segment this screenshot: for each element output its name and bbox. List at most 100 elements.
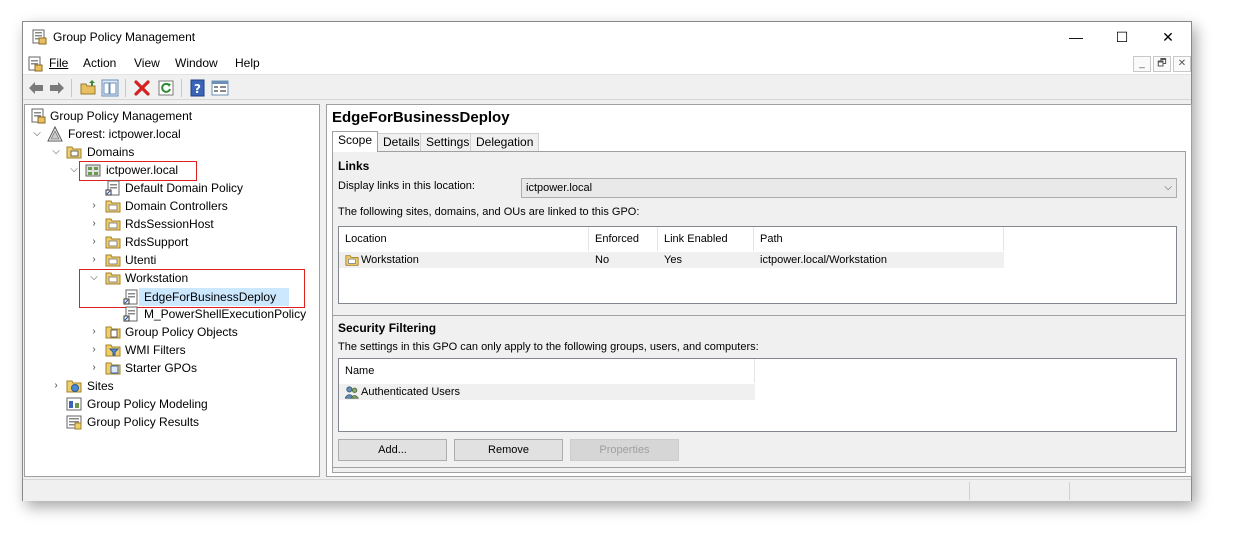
location-dropdown[interactable]: ictpower.local ⌵ — [521, 178, 1177, 198]
tree-label: Domains — [87, 145, 135, 159]
location-dropdown-value: ictpower.local — [526, 182, 593, 194]
menu-window[interactable]: Window — [175, 56, 218, 70]
tab-scope[interactable]: Scope — [332, 131, 379, 152]
show-hide-tree-icon[interactable] — [101, 79, 119, 97]
chevron-down-icon[interactable]: ⌵ — [69, 161, 79, 179]
tree-label: Group Policy Objects — [125, 325, 238, 339]
toolbar-separator — [71, 79, 72, 97]
links-list[interactable]: Location Enforced Link Enabled Path Work… — [338, 226, 1177, 304]
tree-label: Group Policy Management — [50, 109, 193, 123]
modeling-icon — [66, 397, 82, 411]
display-links-label: Display links in this location: — [338, 180, 475, 192]
security-filter-list[interactable]: Name Authenticated Users — [338, 358, 1177, 432]
menu-bar: File Action View Window Help _ 🗗 ✕ — [23, 53, 1191, 75]
details-pane: EdgeForBusinessDeploy Scope Details Sett… — [326, 104, 1192, 477]
scope-tab-content: Links Display links in this location: ic… — [332, 151, 1186, 473]
tab-details[interactable]: Details — [377, 133, 426, 151]
tree-label: Group Policy Results — [87, 415, 200, 429]
chevron-right-icon[interactable]: › — [89, 251, 99, 269]
forward-icon[interactable] — [48, 79, 66, 97]
chevron-down-icon: ⌵ — [1164, 182, 1172, 193]
back-icon[interactable] — [27, 79, 45, 97]
chevron-right-icon[interactable]: › — [89, 197, 99, 215]
tab-delegation[interactable]: Delegation — [470, 133, 540, 151]
tree-item-sites[interactable]: › Sites — [27, 377, 317, 395]
chevron-right-icon[interactable]: › — [89, 323, 99, 341]
up-folder-icon[interactable] — [79, 79, 97, 97]
cell-path: ictpower.local/Workstation — [760, 254, 887, 266]
column-header-location[interactable]: Location — [339, 227, 589, 251]
mdi-close-button[interactable]: ✕ — [1173, 56, 1191, 72]
tree-item-gpm-root[interactable]: Group Policy Management — [27, 107, 317, 125]
tree-item-wmi-filters[interactable]: › WMI Filters — [27, 341, 317, 359]
column-header-name[interactable]: Name — [339, 359, 755, 383]
gpm-window: Group Policy Management — ☐ ✕ File Actio… — [22, 21, 1192, 501]
cell-location: Workstation — [361, 254, 419, 266]
tree-item-rds-support[interactable]: › RdsSupport — [27, 233, 317, 251]
toolbar-separator — [181, 79, 182, 97]
starter-gpo-folder-icon — [105, 362, 121, 375]
ou-folder-icon — [105, 218, 121, 231]
chevron-down-icon[interactable]: ⌵ — [51, 143, 61, 161]
chevron-down-icon[interactable]: ⌵ — [32, 125, 42, 143]
cell-enforced: No — [595, 254, 610, 266]
properties-icon[interactable] — [211, 79, 229, 97]
chevron-right-icon[interactable]: › — [89, 341, 99, 359]
tree-label: Forest: ictpower.local — [68, 127, 181, 141]
column-header-path[interactable]: Path — [754, 227, 1004, 251]
cell-link-enabled: Yes — [664, 254, 682, 266]
remove-button[interactable]: Remove — [454, 439, 563, 461]
tree-label: WMI Filters — [125, 343, 186, 357]
tree-label: RdsSupport — [125, 235, 189, 249]
close-button[interactable]: ✕ — [1145, 22, 1191, 53]
tree-label: Sites — [87, 379, 114, 393]
tree-label: Default Domain Policy — [125, 181, 244, 195]
gpo-link-icon — [123, 306, 138, 322]
menu-help[interactable]: Help — [235, 56, 260, 70]
status-bar — [23, 479, 1191, 501]
menu-view[interactable]: View — [134, 56, 160, 70]
chevron-right-icon[interactable]: › — [89, 359, 99, 377]
chevron-right-icon[interactable]: › — [89, 233, 99, 251]
security-filtering-heading: Security Filtering — [338, 321, 437, 335]
svg-text:?: ? — [194, 82, 201, 96]
tree-item-forest[interactable]: ⌵ Forest: ictpower.local — [27, 125, 317, 143]
tree-label: Domain Controllers — [125, 199, 228, 213]
delete-icon[interactable] — [133, 79, 151, 97]
refresh-icon[interactable] — [157, 79, 175, 97]
tree-label: M_PowerShellExecutionPolicy — [144, 307, 307, 321]
menu-file[interactable]: File — [49, 56, 68, 70]
tree-item-gp-results[interactable]: Group Policy Results — [27, 413, 317, 431]
toolbar: ? — [23, 76, 1191, 100]
sites-icon — [66, 380, 82, 393]
tree-item-domains[interactable]: ⌵ Domains — [27, 143, 317, 161]
tree-item-default-domain-policy[interactable]: Default Domain Policy — [27, 179, 317, 197]
window-title: Group Policy Management — [53, 30, 196, 44]
section-divider[interactable] — [333, 315, 1185, 316]
chevron-right-icon[interactable]: › — [51, 377, 61, 395]
tree-item-utenti[interactable]: › Utenti — [27, 251, 317, 269]
minimize-button[interactable]: — — [1053, 22, 1099, 53]
tree-item-domain-controllers[interactable]: › Domain Controllers — [27, 197, 317, 215]
console-tree: Group Policy Management ⌵ Forest: ictpow… — [24, 104, 320, 477]
tab-settings[interactable]: Settings — [420, 133, 476, 151]
tree-item-starter-gpos[interactable]: › Starter GPOs — [27, 359, 317, 377]
bottom-divider — [333, 467, 1185, 468]
help-icon[interactable]: ? — [189, 79, 207, 97]
cell-security-principal: Authenticated Users — [361, 386, 461, 398]
tree-item-gpo-objects[interactable]: › Group Policy Objects — [27, 323, 317, 341]
menu-action[interactable]: Action — [83, 56, 116, 70]
mdi-minimize-button[interactable]: _ — [1133, 56, 1151, 72]
column-header-enforced[interactable]: Enforced — [589, 227, 658, 251]
chevron-right-icon[interactable]: › — [89, 215, 99, 233]
tree-item-rds-session-host[interactable]: › RdsSessionHost — [27, 215, 317, 233]
column-header-link-enabled[interactable]: Link Enabled — [658, 227, 754, 251]
add-button[interactable]: Add... — [338, 439, 447, 461]
results-icon — [66, 415, 82, 430]
tree-item-powershell-gpo[interactable]: M_PowerShellExecutionPolicy — [27, 305, 317, 323]
properties-button[interactable]: Properties — [570, 439, 679, 461]
maximize-button[interactable]: ☐ — [1099, 22, 1145, 53]
title-bar: Group Policy Management — ☐ ✕ — [23, 22, 1191, 53]
mdi-restore-button[interactable]: 🗗 — [1153, 56, 1171, 72]
tree-item-gp-modeling[interactable]: Group Policy Modeling — [27, 395, 317, 413]
